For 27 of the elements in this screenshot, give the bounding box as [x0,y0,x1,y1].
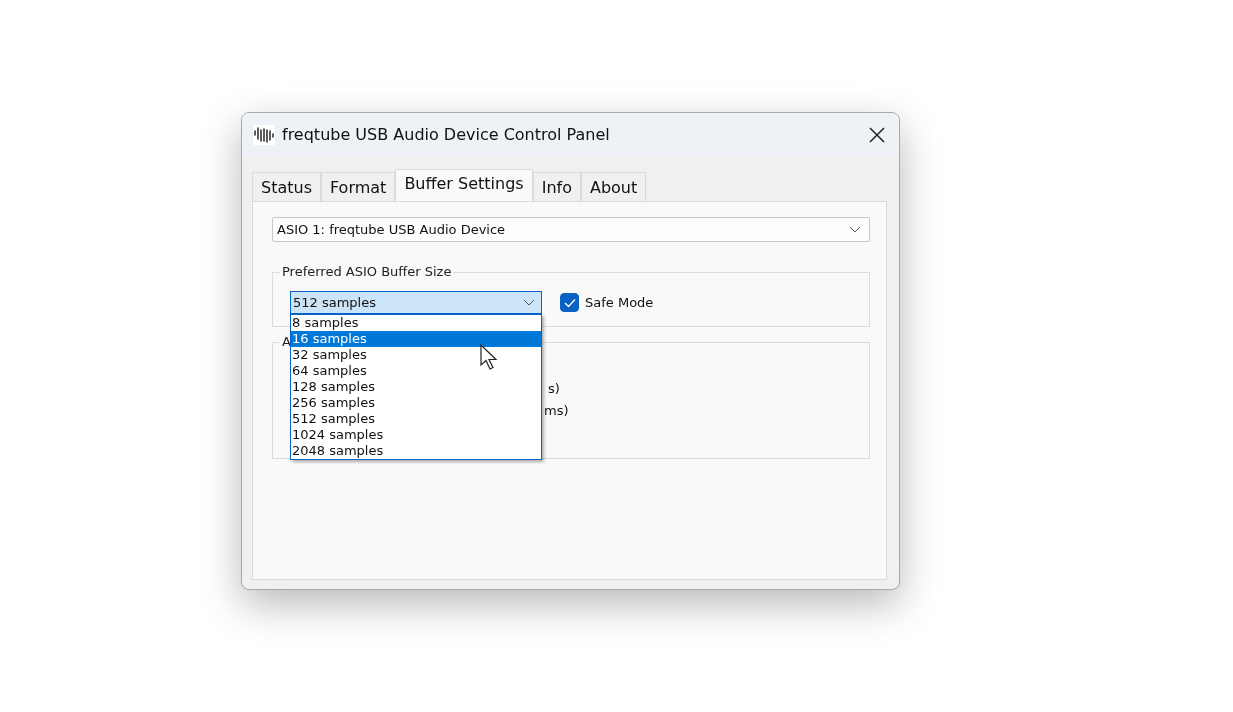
mouse-cursor-icon [480,344,499,372]
dropdown-option[interactable]: 2048 samples [291,443,541,459]
waveform-icon [253,124,275,145]
dropdown-option[interactable]: 512 samples [291,411,541,427]
dropdown-option[interactable]: 1024 samples [291,427,541,443]
tab[interactable]: Buffer Settings [395,169,533,201]
info-text: s) [548,380,560,398]
chevron-icon [849,225,861,234]
dropdown-option[interactable]: 256 samples [291,395,541,411]
tab[interactable]: Info [532,172,581,201]
buffer-size-dropdown[interactable]: 512 samples [290,291,542,314]
window-title: freqtube USB Audio Device Control Panel [282,125,611,144]
tab[interactable]: Status [252,172,321,201]
close-icon[interactable] [869,126,885,143]
dropdown-option[interactable]: 64 samples [291,363,541,379]
dropdown-option[interactable]: 128 samples [291,379,541,395]
checkbox-label: Safe Mode [585,295,654,310]
chevron-icon [523,298,535,307]
dropdown-option[interactable]: 8 samples [291,315,541,331]
safe-mode-checkbox[interactable] [560,293,579,312]
tab[interactable]: About [580,172,647,201]
device-dropdown[interactable]: ASIO 1: freqtube USB Audio Device [272,217,870,242]
dropdown-option[interactable]: 16 samples [291,331,541,347]
tab[interactable]: Format [321,172,396,201]
info-text: ms) [544,402,569,420]
dropdown-option[interactable]: 32 samples [291,347,541,363]
checkmark-icon [563,297,576,308]
